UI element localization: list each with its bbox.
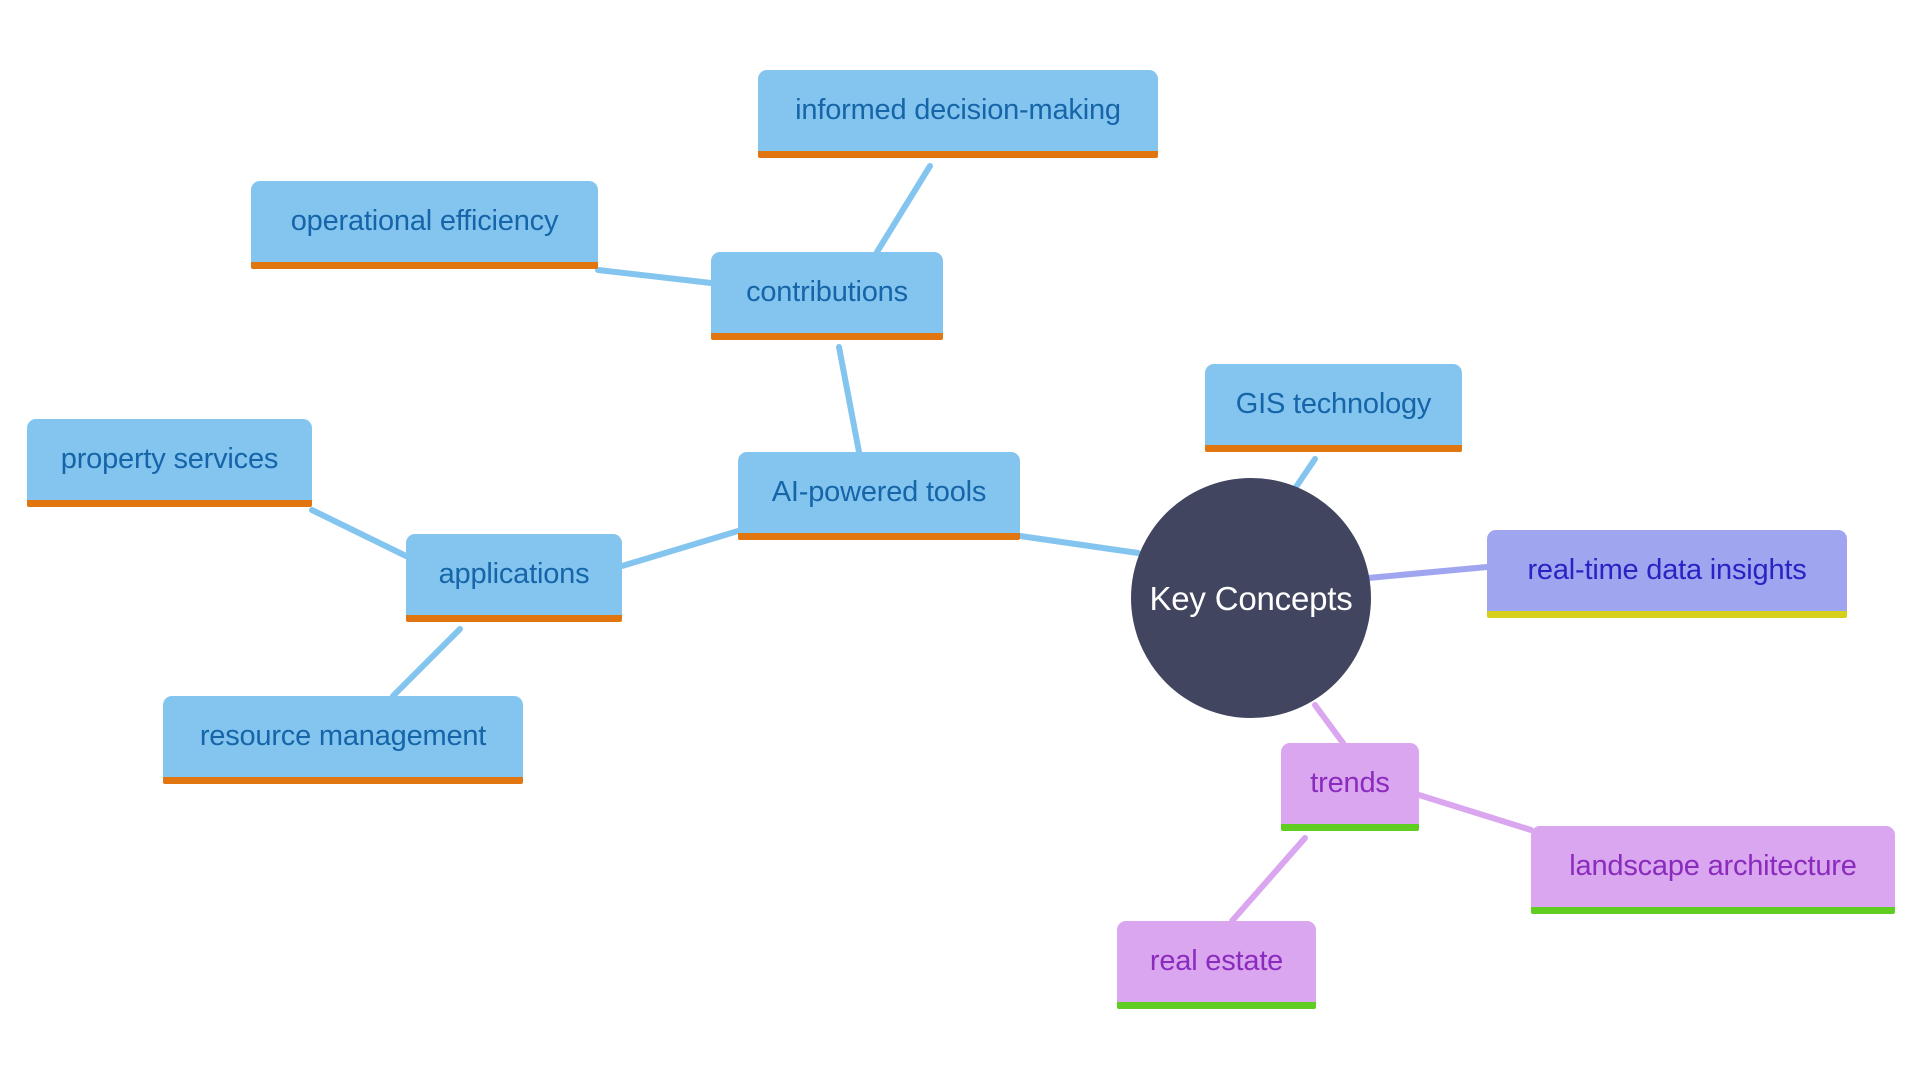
node-label-landscape-architecture: landscape architecture xyxy=(1569,850,1857,882)
node-label-gis-technology: GIS technology xyxy=(1235,388,1432,420)
node-label-operational-efficiency: operational efficiency xyxy=(290,205,559,237)
node-label-ai-powered-tools: AI-powered tools xyxy=(771,476,987,508)
root-node-key-concepts[interactable]: Key Concepts xyxy=(1131,478,1371,718)
edge-root-to-gis-technology xyxy=(1293,456,1318,490)
node-operational-efficiency[interactable]: operational efficiency xyxy=(251,181,598,269)
mind-map-canvas: informed decision-making operational effi… xyxy=(0,0,1920,1080)
node-resource-management[interactable]: resource management xyxy=(163,696,523,784)
edge-root-to-real-time-data-insights xyxy=(1365,564,1490,581)
node-ai-powered-tools[interactable]: AI-powered tools xyxy=(738,452,1020,540)
node-property-services[interactable]: property services xyxy=(27,419,312,507)
edge-ai-powered-tools-to-contributions xyxy=(836,344,862,455)
edge-contributions-to-operational-efficiency xyxy=(595,267,714,286)
node-label-applications: applications xyxy=(438,558,590,590)
edge-contributions-to-informed-decision-making xyxy=(874,163,933,255)
node-trends[interactable]: trends xyxy=(1281,743,1419,831)
node-applications[interactable]: applications xyxy=(406,534,622,622)
node-label-property-services: property services xyxy=(60,443,279,475)
node-label-trends: trends xyxy=(1310,767,1390,799)
edge-ai-powered-tools-to-applications xyxy=(619,528,741,569)
edge-applications-to-property-services xyxy=(309,507,409,559)
edge-root-to-trends xyxy=(1312,702,1346,746)
edge-trends-to-landscape-architecture xyxy=(1416,792,1534,833)
node-real-time-data-insights[interactable]: real-time data insights xyxy=(1487,530,1847,618)
node-label-informed-decision-making: informed decision-making xyxy=(795,94,1121,126)
edge-applications-to-resource-management xyxy=(390,626,463,699)
edge-trends-to-real-estate xyxy=(1229,835,1308,924)
node-label-resource-management: resource management xyxy=(199,720,487,752)
node-informed-decision-making[interactable]: informed decision-making xyxy=(758,70,1158,158)
node-contributions[interactable]: contributions xyxy=(711,252,943,340)
node-real-estate[interactable]: real estate xyxy=(1117,921,1316,1009)
node-gis-technology[interactable]: GIS technology xyxy=(1205,364,1462,452)
edge-root-to-ai-powered-tools xyxy=(1017,533,1141,556)
node-label-contributions: contributions xyxy=(746,276,908,308)
root-node-label: Key Concepts xyxy=(1149,579,1353,617)
node-label-real-estate: real estate xyxy=(1149,945,1284,977)
node-label-real-time-data-insights: real-time data insights xyxy=(1527,554,1807,586)
node-landscape-architecture[interactable]: landscape architecture xyxy=(1531,826,1895,914)
